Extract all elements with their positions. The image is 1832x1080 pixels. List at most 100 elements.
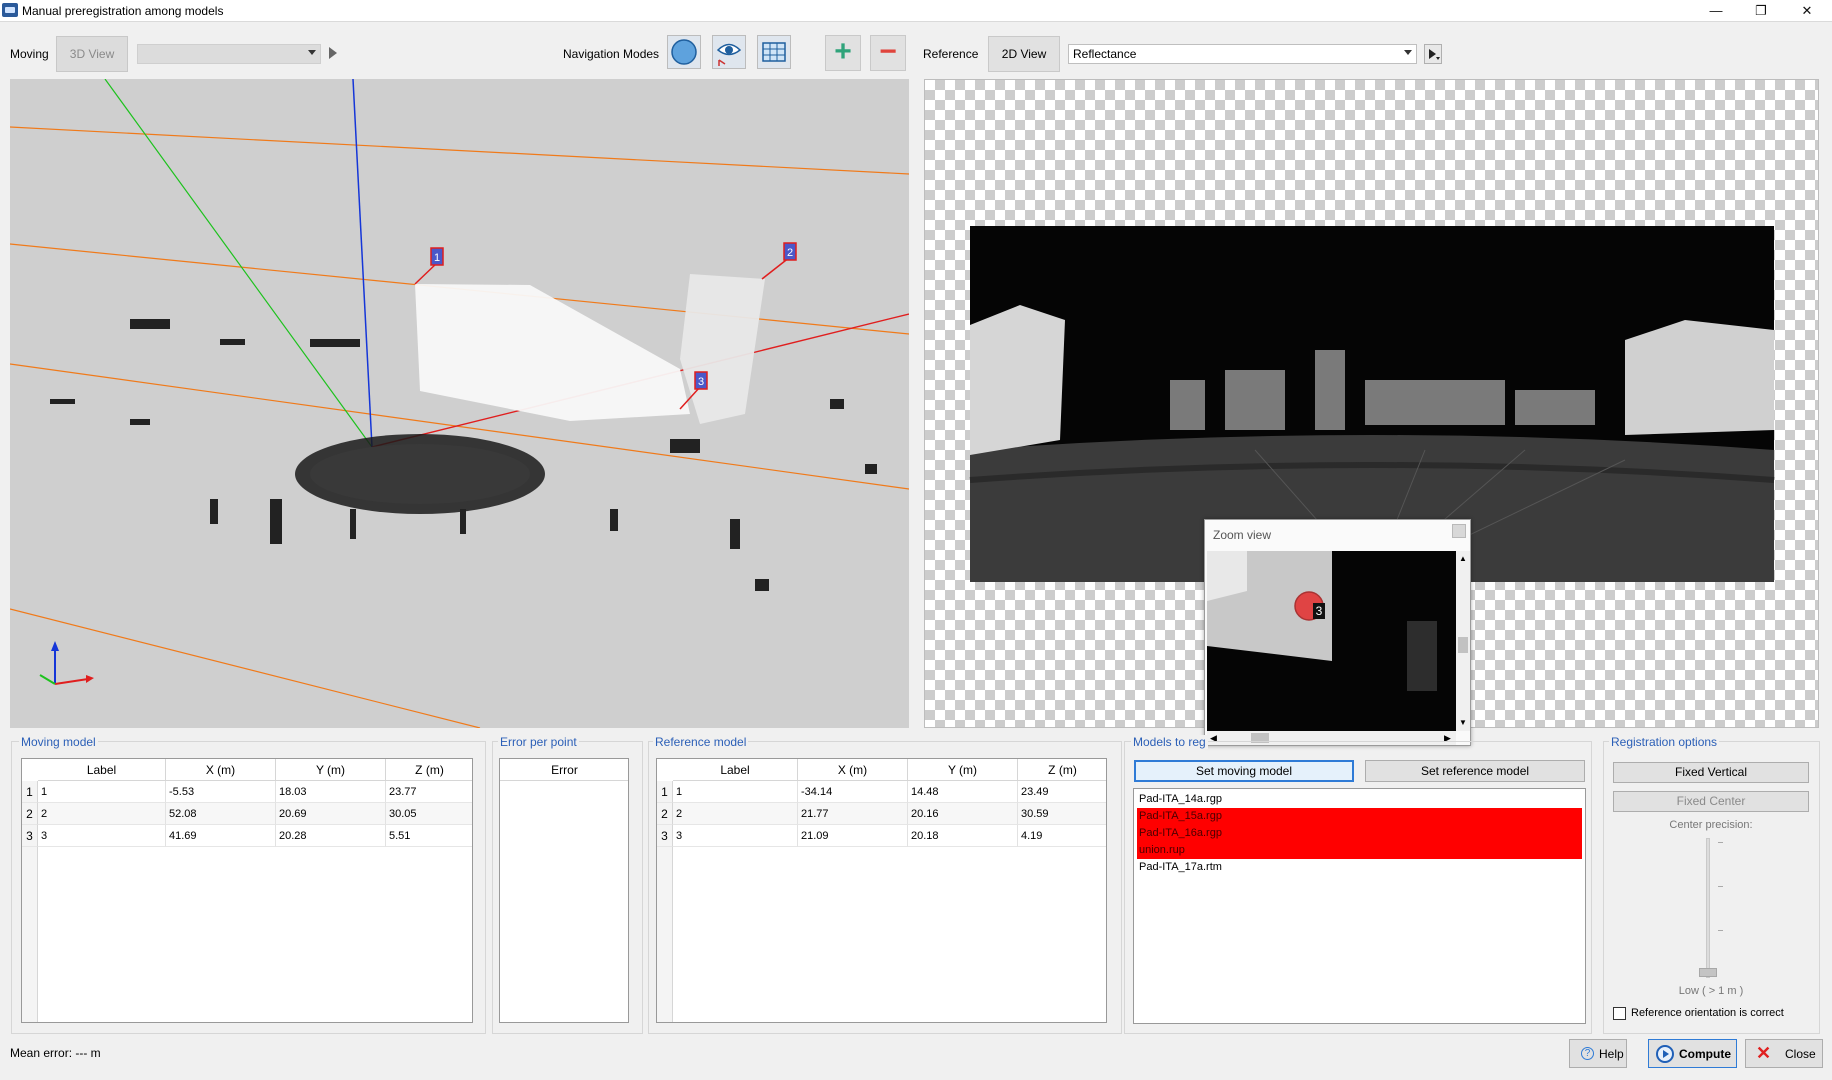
app-icon [2,3,18,17]
column-header-error[interactable]: Error [500,759,628,781]
slider-tick [1718,842,1723,843]
play-arrow-icon [1663,1050,1669,1058]
close-button[interactable]: ✕ Close [1745,1039,1823,1068]
list-item[interactable]: union.rup [1137,842,1582,859]
scrollbar-thumb[interactable] [1458,637,1468,653]
registration-options-title: Registration options [1609,735,1720,749]
help-button[interactable]: ? Help [1569,1039,1627,1068]
column-header-z[interactable]: Z (m) [1018,759,1106,781]
table-cell[interactable]: 3 [38,825,166,847]
reference-play-button[interactable] [1424,44,1442,64]
table-cell[interactable]: 23.49 [1018,781,1106,803]
table-cell[interactable]: 21.77 [798,803,908,825]
zoom-view-title: Zoom view [1213,528,1272,542]
table-cell[interactable]: 20.16 [908,803,1018,825]
row-number[interactable]: 3 [22,825,38,847]
reference-orientation-label: Reference orientation is correct [1631,1007,1784,1019]
table-cell[interactable]: 20.18 [908,825,1018,847]
row-number[interactable]: 3 [657,825,673,847]
table-cell[interactable]: 41.69 [166,825,276,847]
reference-model-title: Reference model [653,735,749,749]
table-cell[interactable]: 1 [673,781,798,803]
table-cell[interactable]: 21.09 [798,825,908,847]
close-icon: ✕ [1756,1043,1772,1063]
orbit-mode-button[interactable] [667,35,701,69]
center-precision-slider-track[interactable] [1706,838,1710,978]
reference-channel-combo[interactable]: Reflectance [1068,44,1417,64]
fixed-center-button[interactable]: Fixed Center [1613,791,1809,812]
maximize-button[interactable]: ❐ [1738,0,1784,22]
error-per-point-title: Error per point [498,735,579,749]
set-reference-model-button[interactable]: Set reference model [1365,760,1585,782]
list-item[interactable]: Pad-ITA_16a.rgp [1137,825,1582,842]
minimize-button[interactable]: — [1693,0,1739,22]
remove-point-button[interactable]: − [870,35,906,71]
list-item[interactable]: Pad-ITA_17a.rtm [1137,859,1582,876]
moving-model-combo[interactable] [137,44,321,64]
chevron-up-icon[interactable]: ▲ [1459,554,1467,563]
table-cell[interactable]: 20.69 [276,803,386,825]
row-number[interactable]: 1 [657,781,673,803]
table-cell[interactable]: 30.59 [1018,803,1106,825]
column-header-x[interactable]: X (m) [166,759,276,781]
table-cell[interactable]: 2 [38,803,166,825]
reference-orientation-checkbox[interactable] [1613,1007,1626,1020]
table-cell[interactable]: 52.08 [166,803,276,825]
navigation-modes-label: Navigation Modes [563,47,660,61]
error-table[interactable]: Error [499,758,629,1023]
reference-model-table[interactable]: Label X (m) Y (m) Z (m) 1 1 -34.14 14.48… [656,758,1107,1023]
list-item[interactable]: Pad-ITA_14a.rgp [1137,791,1582,808]
models-to-register-title: Models to reg [1131,735,1208,749]
list-item[interactable]: Pad-ITA_15a.rgp [1137,808,1582,825]
moving-3d-viewport[interactable]: 1 2 3 [10,79,909,728]
column-header-z[interactable]: Z (m) [386,759,472,781]
zoom-vertical-scrollbar[interactable]: ▲ ▼ [1456,551,1470,731]
table-cell[interactable]: -34.14 [798,781,908,803]
play-arrow-icon[interactable] [328,46,338,60]
table-cell[interactable]: 18.03 [276,781,386,803]
chevron-down-icon [308,50,316,55]
set-moving-model-button[interactable]: Set moving model [1134,760,1354,782]
column-header-label[interactable]: Label [673,759,798,781]
compute-button-label: Compute [1679,1047,1731,1061]
plan-mode-button[interactable] [757,35,791,69]
marker-label: 1 [434,252,440,264]
help-button-label: Help [1599,1047,1624,1061]
row-number[interactable]: 2 [657,803,673,825]
help-icon: ? [1581,1047,1594,1060]
moving-3d-view-button[interactable]: 3D View [56,36,128,72]
title-bar: Manual preregistration among models — ❐ … [0,0,1832,22]
column-header-y[interactable]: Y (m) [908,759,1018,781]
center-precision-slider-handle[interactable] [1699,968,1717,977]
reference-2d-view-button[interactable]: 2D View [988,36,1060,72]
moving-model-table[interactable]: Label X (m) Y (m) Z (m) 1 1 -5.53 18.03 … [21,758,473,1023]
look-mode-button[interactable] [712,35,746,69]
column-header-y[interactable]: Y (m) [276,759,386,781]
column-header-label[interactable]: Label [38,759,166,781]
zoom-close-button[interactable] [1452,524,1466,538]
table-cell[interactable]: 20.28 [276,825,386,847]
close-window-button[interactable]: ✕ [1784,0,1830,22]
zoom-view-panel[interactable]: Zoom view 3 ▲ ▼ ◀ ▶ [1204,519,1471,746]
zoom-view-canvas: 3 [1207,551,1456,731]
table-cell[interactable]: -5.53 [166,781,276,803]
zoom-marker-label: 3 [1316,604,1323,618]
table-cell[interactable]: 2 [673,803,798,825]
table-cell[interactable]: 5.51 [386,825,472,847]
compute-button[interactable]: Compute [1648,1039,1737,1068]
moving-label: Moving [10,47,49,61]
table-cell[interactable]: 3 [673,825,798,847]
chevron-down-icon[interactable]: ▼ [1459,718,1467,727]
models-list[interactable]: Pad-ITA_14a.rgp Pad-ITA_15a.rgp Pad-ITA_… [1133,788,1586,1024]
table-cell[interactable]: 30.05 [386,803,472,825]
add-point-button[interactable]: + [825,35,861,71]
row-number[interactable]: 1 [22,781,38,803]
table-cell[interactable]: 1 [38,781,166,803]
table-cell[interactable]: 14.48 [908,781,1018,803]
column-header-x[interactable]: X (m) [798,759,908,781]
table-cell[interactable]: 23.77 [386,781,472,803]
axes-gizmo-icon [39,641,94,685]
fixed-vertical-button[interactable]: Fixed Vertical [1613,762,1809,783]
row-number[interactable]: 2 [22,803,38,825]
table-cell[interactable]: 4.19 [1018,825,1106,847]
